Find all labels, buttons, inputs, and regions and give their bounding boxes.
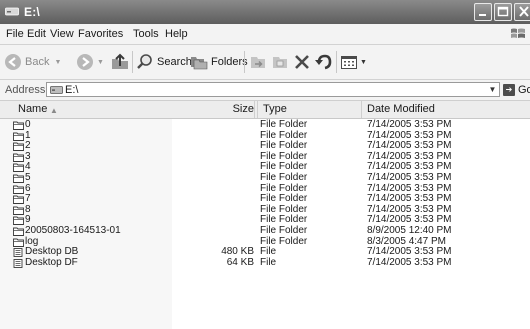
windows-logo-icon: [511, 28, 525, 38]
minimize-icon: [479, 14, 486, 16]
back-button[interactable]: Back ▼: [4, 51, 61, 73]
address-label: Address: [5, 84, 46, 96]
name-header-label: Name: [18, 103, 48, 115]
menu-favorites[interactable]: Favorites: [78, 28, 123, 40]
folder-icon: [13, 163, 24, 173]
menu-tools[interactable]: Tools: [133, 28, 159, 40]
views-button[interactable]: ▼: [340, 51, 367, 73]
copy-to-icon: [273, 57, 287, 68]
file-size: 64 KB: [226, 256, 254, 268]
back-arrow-icon: [5, 54, 21, 70]
window-title: E:\: [24, 5, 40, 19]
size-column-header[interactable]: Size: [200, 101, 254, 118]
close-icon: [519, 6, 529, 17]
file-name: 5: [25, 171, 31, 183]
date-column-header[interactable]: Date Modified: [362, 101, 530, 118]
file-name: 20050803-164513-01: [25, 224, 121, 236]
toolbar-separator: [244, 51, 245, 73]
folders-label: Folders: [211, 56, 248, 68]
file-type: File Folder: [260, 171, 308, 183]
file-list[interactable]: Name ▲ Size Type Date Modified 0 File Fol…: [0, 101, 530, 329]
folder-icon: [13, 142, 24, 152]
copy-to-button[interactable]: [271, 51, 289, 73]
file-rows: 0 File Folder 7/14/2005 3:53 PM 1 File Folde…: [0, 119, 530, 269]
explorer-window: E:\ File Edit View Favorites Tools Help: [0, 0, 530, 329]
forward-button[interactable]: ▼: [76, 51, 104, 73]
menu-bar: File Edit View Favorites Tools Help: [0, 24, 530, 45]
go-button[interactable]: ➔ Go: [503, 83, 530, 97]
file-row[interactable]: 20050803-164513-01 File Folder 8/9/2005 12…: [0, 224, 530, 237]
address-bar: Address E:\ ▼ ➔ Go: [0, 80, 530, 101]
file-type: File Folder: [260, 224, 308, 236]
folders-icon: [191, 57, 208, 70]
folder-icon: [13, 132, 24, 141]
toolbar-separator: [336, 51, 337, 73]
folder-icon: [13, 121, 24, 130]
undo-button[interactable]: [314, 51, 332, 73]
maximize-button[interactable]: [494, 3, 512, 21]
file-name: 0: [25, 119, 31, 130]
folder-icon: [13, 206, 24, 215]
up-folder-icon: [112, 53, 128, 69]
drive-icon: [50, 86, 63, 94]
menu-edit[interactable]: Edit: [27, 28, 46, 40]
forward-dropdown-icon[interactable]: ▼: [97, 59, 104, 66]
folder-icon: [13, 227, 24, 236]
name-column-header[interactable]: Name ▲ Size: [0, 101, 255, 118]
undo-icon: [315, 54, 332, 70]
move-to-icon: [251, 57, 265, 68]
address-dropdown-icon[interactable]: ▼: [486, 83, 499, 96]
address-input[interactable]: E:\ ▼: [46, 82, 500, 97]
delete-icon: [295, 55, 309, 69]
up-folder-button[interactable]: [110, 51, 130, 73]
toolbar-separator: [132, 51, 133, 73]
folder-icon: [13, 195, 24, 205]
file-row[interactable]: Desktop DF 64 KB File 7/14/2005 3:53 PM: [0, 256, 530, 269]
folder-icon: [13, 238, 24, 247]
folder-icon: [13, 174, 24, 183]
back-label: Back: [25, 56, 50, 68]
file-type: File Folder: [260, 119, 308, 130]
title-bar[interactable]: E:\: [0, 0, 530, 24]
file-date: 7/14/2005 3:53 PM: [367, 171, 452, 183]
maximize-icon: [497, 6, 509, 17]
menu-help[interactable]: Help: [165, 28, 188, 40]
drive-icon: [5, 7, 19, 16]
folders-button[interactable]: Folders: [190, 51, 248, 73]
file-date: 7/14/2005 3:53 PM: [367, 119, 452, 130]
back-dropdown-icon[interactable]: ▼: [54, 59, 61, 66]
folder-icon: [13, 153, 24, 162]
file-icon: [13, 258, 23, 268]
menu-file[interactable]: File: [6, 28, 24, 40]
file-row[interactable]: 5 File Folder 7/14/2005 3:53 PM: [0, 171, 530, 184]
minimize-button[interactable]: [474, 3, 492, 21]
folder-icon: [13, 185, 24, 194]
folder-icon: [13, 216, 24, 226]
search-label: Search: [157, 56, 192, 68]
search-icon: [137, 54, 152, 69]
search-button[interactable]: Search: [136, 51, 192, 73]
file-date: 8/9/2005 12:40 PM: [367, 224, 452, 236]
delete-button[interactable]: [293, 51, 311, 73]
file-type: File: [260, 256, 277, 268]
file-icon: [13, 248, 23, 258]
sort-ascending-icon: ▲: [50, 106, 58, 115]
type-column-header[interactable]: Type: [257, 101, 362, 118]
menu-view[interactable]: View: [50, 28, 74, 40]
file-row[interactable]: 0 File Folder 7/14/2005 3:53 PM: [0, 119, 530, 131]
views-dropdown-icon[interactable]: ▼: [360, 59, 367, 66]
forward-arrow-icon: [77, 54, 93, 70]
column-header: Name ▲ Size Type Date Modified: [0, 101, 530, 119]
address-value: E:\: [65, 84, 79, 96]
file-name: Desktop DF: [25, 256, 78, 268]
go-label: Go: [518, 84, 530, 96]
move-to-button[interactable]: [249, 51, 267, 73]
toolbar: Back ▼ ▼ Search Folders ▼: [0, 45, 530, 80]
views-icon: [341, 56, 357, 69]
close-button[interactable]: [514, 3, 530, 21]
go-arrow-icon: ➔: [503, 84, 515, 96]
file-date: 7/14/2005 3:53 PM: [367, 256, 452, 268]
